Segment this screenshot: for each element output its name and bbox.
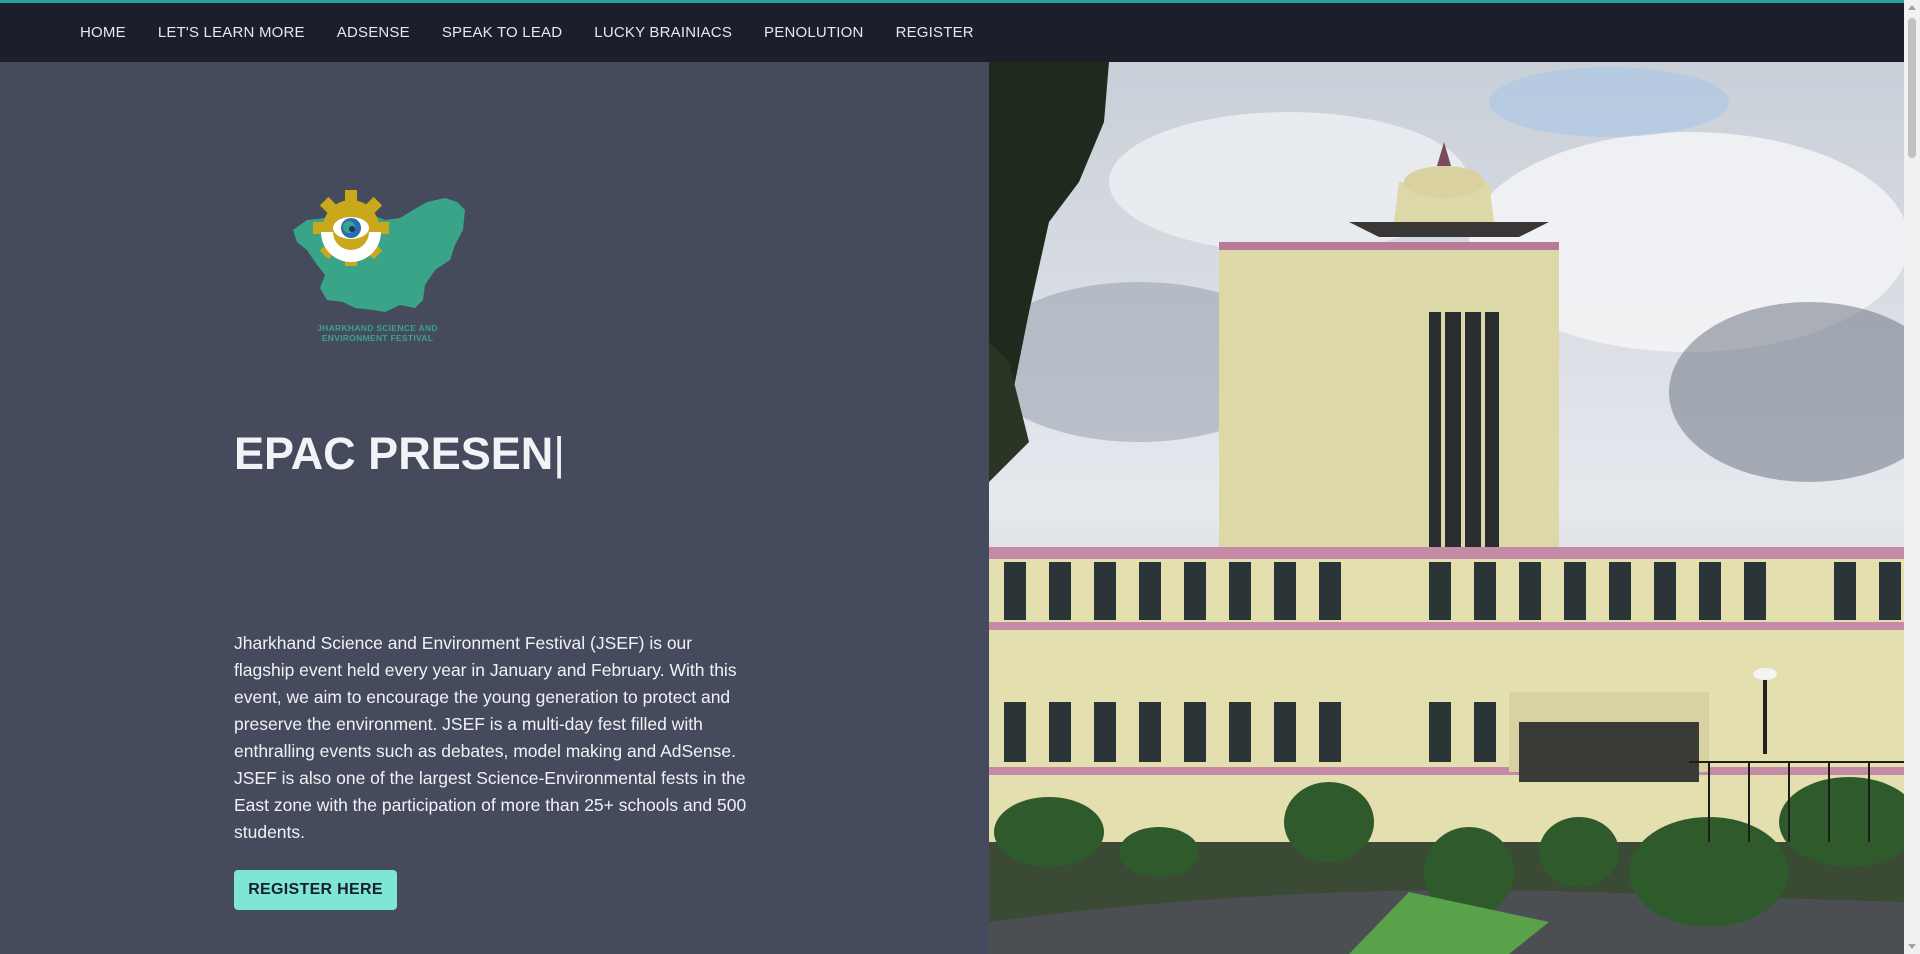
logo-caption-line1: JHARKHAND SCIENCE AND bbox=[317, 323, 438, 333]
logo-caption-line2: ENVIRONMENT FESTIVAL bbox=[321, 333, 434, 343]
typing-cursor: | bbox=[553, 428, 565, 479]
nav-item-lets-learn-more[interactable]: LET'S LEARN MORE bbox=[158, 24, 305, 41]
building-image bbox=[989, 62, 1904, 954]
nav-menu: HOME LET'S LEARN MORE ADSENSE SPEAK TO L… bbox=[80, 3, 1006, 62]
campus-building-photo bbox=[989, 62, 1904, 954]
hero-description: Jharkhand Science and Environment Festiv… bbox=[234, 633, 747, 842]
scroll-down-icon[interactable] bbox=[1908, 944, 1916, 949]
register-here-button[interactable]: REGISTER HERE bbox=[234, 870, 397, 910]
scroll-up-icon[interactable] bbox=[1908, 5, 1916, 10]
scroll-thumb[interactable] bbox=[1908, 18, 1916, 158]
nav-item-register[interactable]: REGISTER bbox=[896, 24, 974, 41]
nav-item-penolution[interactable]: PENOLUTION bbox=[764, 24, 864, 41]
nav-item-speak-to-lead[interactable]: SPEAK TO LEAD bbox=[442, 24, 562, 41]
hero-title: EPAC PRESEN| bbox=[234, 428, 565, 480]
logo-caption: JHARKHAND SCIENCE AND ENVIRONMENT FESTIV… bbox=[285, 323, 470, 343]
navbar: HOME LET'S LEARN MORE ADSENSE SPEAK TO L… bbox=[0, 3, 1904, 62]
jsef-logo: JHARKHAND SCIENCE AND ENVIRONMENT FESTIV… bbox=[285, 190, 470, 350]
page-scrollbar[interactable] bbox=[1904, 0, 1920, 954]
nav-item-lucky-brainiacs[interactable]: LUCKY BRAINIACS bbox=[594, 24, 732, 41]
nav-item-adsense[interactable]: ADSENSE bbox=[337, 24, 410, 41]
hero-title-text: EPAC PRESEN bbox=[234, 428, 554, 479]
jharkhand-map-gear-icon bbox=[293, 190, 465, 312]
nav-item-home[interactable]: HOME bbox=[80, 24, 126, 41]
